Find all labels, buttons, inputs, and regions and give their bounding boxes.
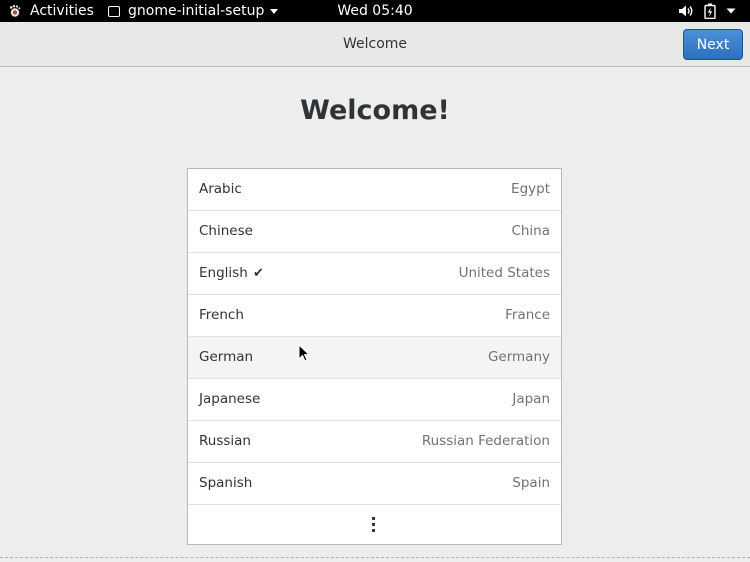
language-row-japanese[interactable]: Japanese Japan xyxy=(188,379,561,421)
language-name: French xyxy=(199,307,244,323)
page-heading: Welcome! xyxy=(300,95,450,126)
language-region: Russian Federation xyxy=(421,433,550,449)
activities-button[interactable]: Activities xyxy=(8,0,94,22)
volume-icon xyxy=(678,4,694,18)
language-region: China xyxy=(511,223,550,239)
clock[interactable]: Wed 05:40 xyxy=(337,3,412,19)
bottom-divider xyxy=(0,557,750,558)
language-list: Arabic Egypt Chinese China English ✔ Uni… xyxy=(187,168,562,545)
top-bar: Activities gnome-initial-setup Wed 05:40 xyxy=(0,0,750,22)
language-row-french[interactable]: French France xyxy=(188,295,561,337)
next-button[interactable]: Next xyxy=(683,29,743,60)
app-menu[interactable]: gnome-initial-setup xyxy=(108,0,279,22)
language-row-russian[interactable]: Russian Russian Federation xyxy=(188,421,561,463)
language-name: English xyxy=(199,265,248,281)
app-window-icon xyxy=(108,5,120,17)
language-name: Russian xyxy=(199,433,251,449)
language-row-arabic[interactable]: Arabic Egypt xyxy=(188,169,561,211)
language-region: Egypt xyxy=(511,181,550,197)
battery-icon xyxy=(704,3,716,19)
window-title: Welcome xyxy=(342,36,408,52)
chevron-down-icon xyxy=(270,8,279,14)
language-row-german[interactable]: German Germany xyxy=(188,337,561,379)
language-region: Japan xyxy=(512,391,550,407)
gnome-foot-icon xyxy=(8,4,22,18)
language-region: United States xyxy=(458,265,550,281)
system-status-area[interactable] xyxy=(678,0,736,22)
language-row-chinese[interactable]: Chinese China xyxy=(188,211,561,253)
language-name: Arabic xyxy=(199,181,242,197)
language-name: German xyxy=(199,349,254,365)
mouse-pointer-icon xyxy=(298,343,311,366)
language-name: Japanese xyxy=(199,391,261,407)
language-region: Spain xyxy=(512,475,550,491)
language-row-spanish[interactable]: Spanish Spain xyxy=(188,463,561,505)
activities-label: Activities xyxy=(30,3,94,19)
system-menu-chevron-icon xyxy=(726,7,736,15)
more-languages-button[interactable] xyxy=(188,505,561,545)
app-name: gnome-initial-setup xyxy=(128,3,265,19)
language-name: Chinese xyxy=(199,223,253,239)
language-row-english[interactable]: English ✔ United States xyxy=(188,253,561,295)
checkmark-icon: ✔ xyxy=(253,266,264,281)
header-bar: Welcome Next xyxy=(0,22,750,67)
language-region: France xyxy=(505,307,550,323)
vertical-ellipsis-icon xyxy=(372,517,376,533)
language-name: Spanish xyxy=(199,475,253,491)
language-region: Germany xyxy=(487,349,550,365)
welcome-page: Welcome! Arabic Egypt Chinese China Engl… xyxy=(0,67,750,562)
